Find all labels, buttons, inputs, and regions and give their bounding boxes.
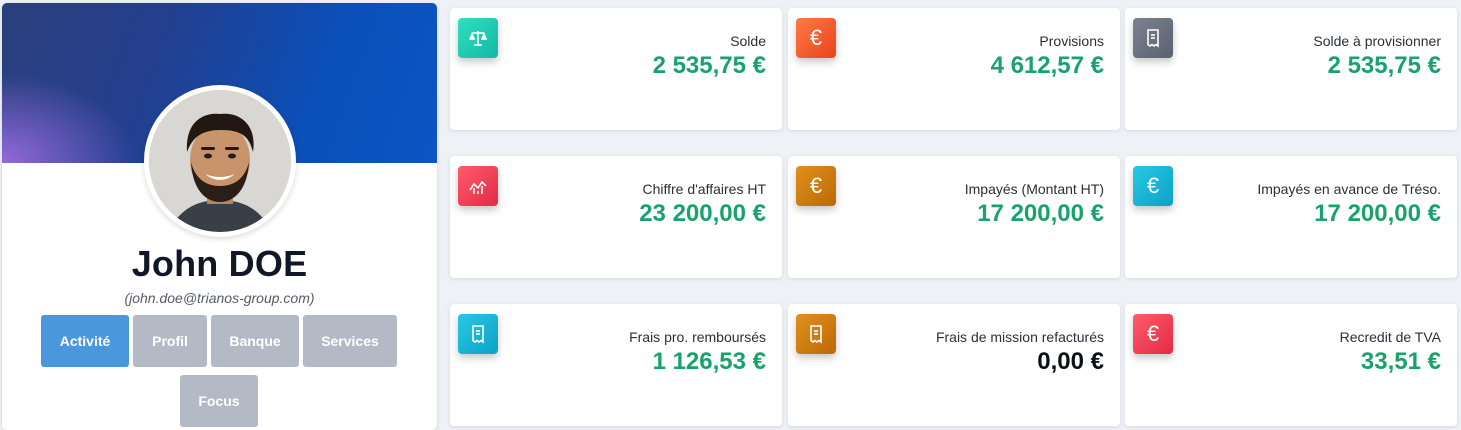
card-provisions: € Provisions 4 612,57 € — [788, 8, 1120, 130]
card-label: Impayés (Montant HT) — [964, 181, 1104, 197]
card-label: Impayés en avance de Tréso. — [1257, 181, 1441, 197]
card-value: 33,51 € — [1360, 348, 1441, 375]
receipt-icon — [458, 314, 498, 354]
profile-card: John DOE (john.doe@trianos-group.com) Ac… — [2, 3, 437, 430]
card-label: Chiffre d'affaires HT — [642, 181, 766, 197]
card-label: Recredit de TVA — [1339, 329, 1441, 345]
card-value: 23 200,00 € — [639, 200, 766, 227]
tab-services[interactable]: Services — [303, 315, 397, 367]
card-value: 2 535,75 € — [652, 52, 766, 79]
card-value: 4 612,57 € — [990, 52, 1104, 79]
receipt-icon — [1133, 18, 1173, 58]
card-value: 17 200,00 € — [977, 200, 1104, 227]
tab-focus[interactable]: Focus — [180, 375, 258, 427]
tab-activite[interactable]: Activité — [41, 315, 129, 367]
card-recredit-tva: € Recredit de TVA 33,51 € — [1125, 304, 1457, 426]
card-label: Frais de mission refacturés — [935, 329, 1104, 345]
euro-icon: € — [1133, 314, 1173, 354]
euro-icon: € — [796, 18, 836, 58]
card-value: 2 535,75 € — [1327, 52, 1441, 79]
card-frais-pro-rembourses: Frais pro. remboursés 1 126,53 € — [450, 304, 782, 426]
card-chiffre-affaires: Chiffre d'affaires HT 23 200,00 € — [450, 156, 782, 278]
card-value: 0,00 € — [1037, 348, 1104, 375]
euro-icon: € — [796, 166, 836, 206]
avatar — [144, 85, 296, 237]
tab-profil[interactable]: Profil — [133, 315, 207, 367]
card-label: Solde à provisionner — [1313, 33, 1441, 49]
card-label: Frais pro. remboursés — [629, 329, 766, 345]
avatar-photo — [149, 90, 291, 232]
card-impayes-avance-treso: € Impayés en avance de Tréso. 17 200,00 … — [1125, 156, 1457, 278]
card-impayes-montant-ht: € Impayés (Montant HT) 17 200,00 € — [788, 156, 1120, 278]
balance-scale-icon — [458, 18, 498, 58]
receipt-icon — [796, 314, 836, 354]
card-solde: Solde 2 535,75 € — [450, 8, 782, 130]
card-value: 17 200,00 € — [1314, 200, 1441, 227]
card-solde-a-provisionner: Solde à provisionner 2 535,75 € — [1125, 8, 1457, 130]
profile-email: (john.doe@trianos-group.com) — [124, 290, 315, 306]
card-frais-mission-refactures: Frais de mission refacturés 0,00 € — [788, 304, 1120, 426]
euro-icon: € — [1133, 166, 1173, 206]
chart-line-icon — [458, 166, 498, 206]
tab-banque[interactable]: Banque — [211, 315, 299, 367]
card-label: Provisions — [1039, 33, 1104, 49]
card-value: 1 126,53 € — [652, 348, 766, 375]
card-label: Solde — [730, 33, 766, 49]
profile-name: John DOE — [131, 243, 308, 284]
